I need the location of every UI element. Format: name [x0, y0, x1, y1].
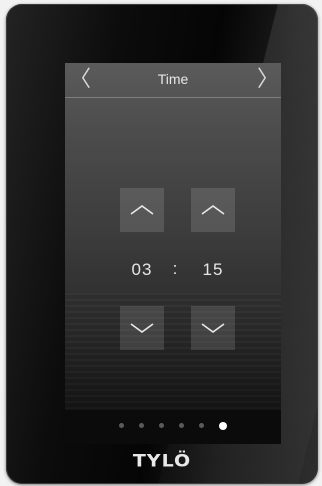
chevron-down-icon: [201, 323, 225, 333]
control-panel-device: 〈 Time 〉 03 : 15 TYLÖ: [6, 4, 318, 484]
minutes-value: 15: [202, 260, 224, 279]
chevron-up-icon: [201, 205, 225, 215]
minutes-decrease-button[interactable]: [191, 306, 235, 350]
page-dot[interactable]: [199, 423, 204, 428]
time-separator: :: [172, 259, 178, 278]
page-dot[interactable]: [119, 423, 124, 428]
chevron-down-icon: [130, 323, 154, 333]
hours-value: 03: [131, 260, 153, 279]
pagination-bar: [65, 410, 281, 444]
tylo-logo: TYLÖ: [132, 451, 192, 471]
screen-header: 〈 Time 〉: [65, 63, 281, 98]
chevron-right-icon: 〉: [257, 66, 280, 91]
page-title: Time: [157, 71, 189, 87]
page-dot[interactable]: [179, 423, 184, 428]
previous-screen-button[interactable]: 〈: [69, 66, 92, 91]
chevron-up-icon: [130, 205, 154, 215]
minutes-increase-button[interactable]: [191, 188, 235, 232]
page-dot[interactable]: [139, 423, 144, 428]
background-water-texture: [65, 293, 281, 413]
chevron-left-icon: 〈: [69, 66, 92, 91]
page-dot[interactable]: [159, 423, 164, 428]
touch-screen: 〈 Time 〉 03 : 15: [65, 63, 281, 444]
page-dot-active[interactable]: [219, 422, 227, 430]
next-screen-button[interactable]: 〉: [257, 66, 280, 91]
hours-decrease-button[interactable]: [120, 306, 164, 350]
hours-increase-button[interactable]: [120, 188, 164, 232]
page-indicator: [65, 422, 281, 430]
